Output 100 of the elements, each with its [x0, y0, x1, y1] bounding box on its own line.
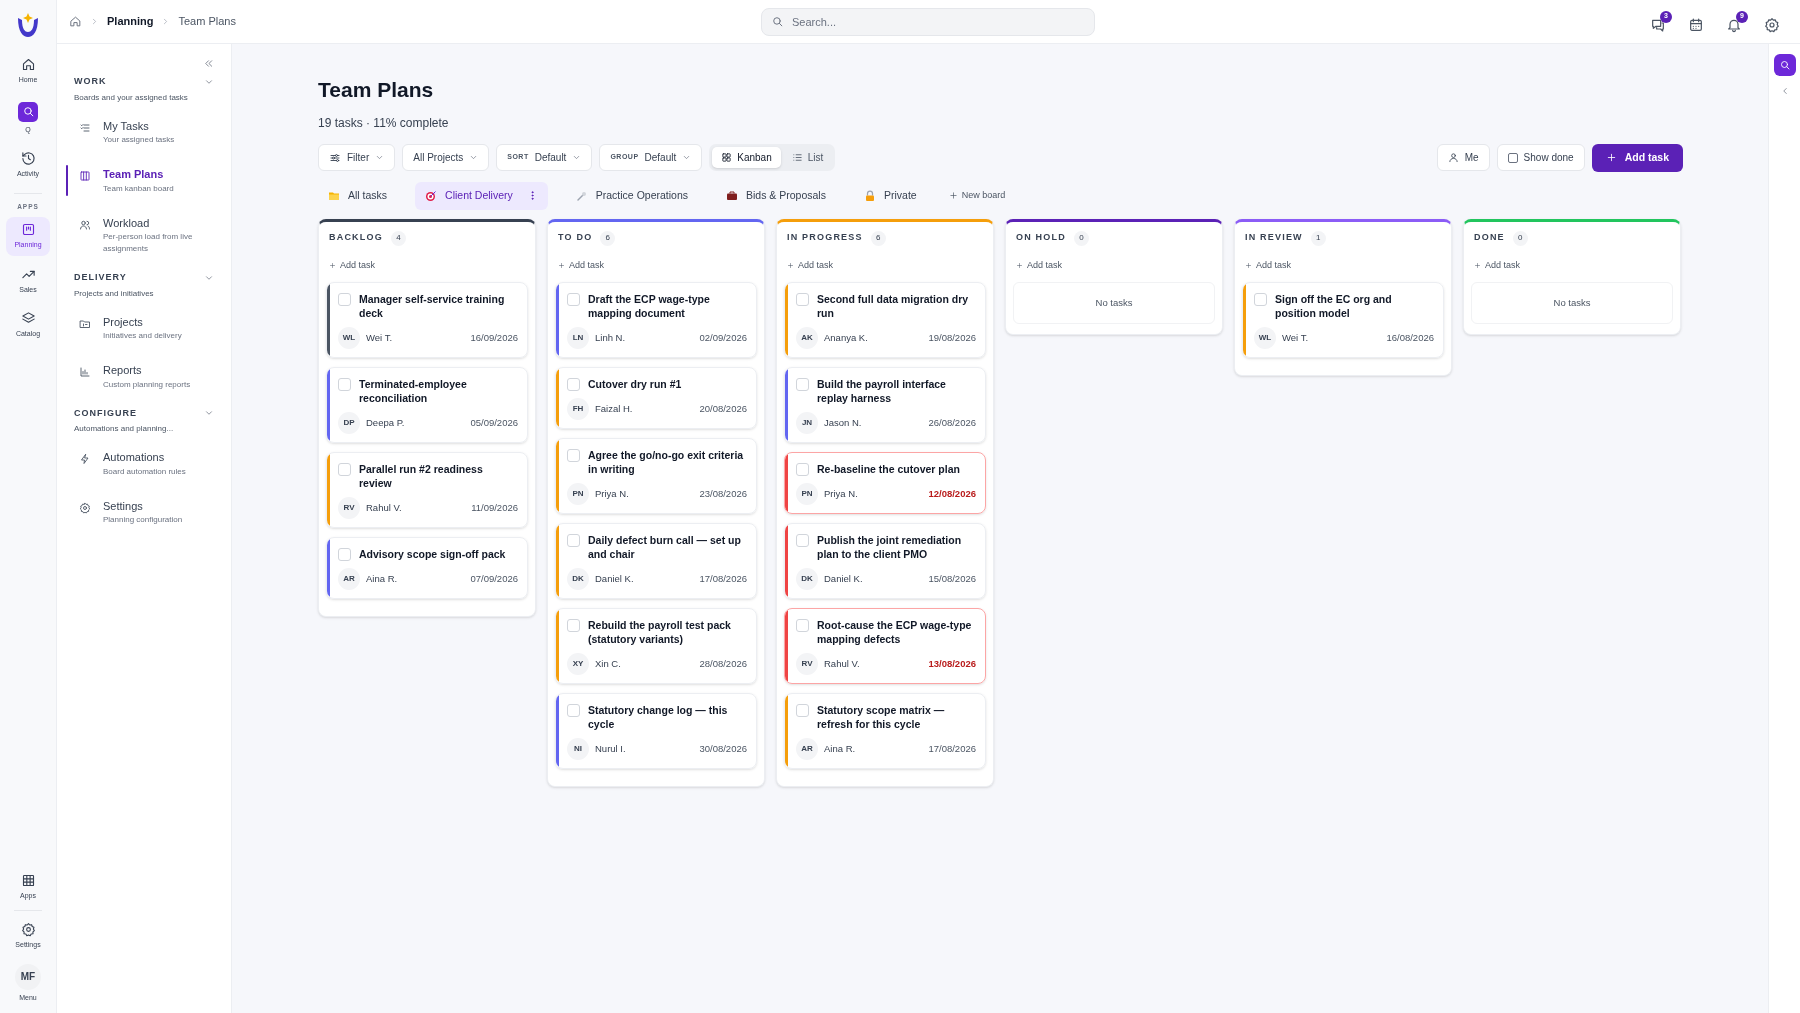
- task-checkbox[interactable]: [796, 534, 809, 547]
- board-tab[interactable]: Bids & Proposals: [716, 181, 836, 210]
- task-card[interactable]: Statutory change log — this cycle NI Nurul I. 30/08/2026: [555, 693, 757, 769]
- section-title[interactable]: WORK: [74, 75, 107, 89]
- task-card[interactable]: Build the payroll interface replay harness JN Jason N. 26/08/2026: [784, 367, 986, 443]
- new-board-button[interactable]: New board: [944, 181, 1010, 210]
- view-tab[interactable]: List: [782, 147, 833, 168]
- task-card[interactable]: Statutory scope matrix — refresh for this cycle AR Aina R. 17/08/2026: [784, 693, 986, 769]
- collapse-button[interactable]: [203, 58, 214, 69]
- briefcase-icon: [726, 189, 738, 202]
- me-filter-button[interactable]: Me: [1436, 144, 1490, 171]
- task-checkbox[interactable]: [338, 463, 351, 476]
- assignee-avatar: DK: [567, 568, 589, 590]
- settings-icon: [20, 922, 36, 937]
- add-task-link[interactable]: Add task: [1471, 258, 1524, 272]
- task-card[interactable]: Sign off the EC org and position model WL Wei T. 16/08/2026: [1242, 282, 1444, 358]
- assignee-avatar: AR: [796, 738, 818, 760]
- home-icon: [69, 15, 82, 28]
- home-icon: [20, 57, 36, 72]
- section-title[interactable]: CONFIGURE: [74, 406, 137, 420]
- due-date: 11/09/2026: [471, 500, 518, 515]
- task-checkbox[interactable]: [567, 378, 580, 391]
- assignee-avatar: WL: [1254, 327, 1276, 349]
- chevron-right-icon: [90, 17, 99, 26]
- task-checkbox[interactable]: [567, 534, 580, 547]
- sidebar-item[interactable]: Settings Planning configuration: [66, 493, 214, 530]
- task-card[interactable]: Agree the go/no-go exit criteria in writing PN Priya N. 23/08/2026: [555, 438, 757, 514]
- search-icon: [1778, 59, 1791, 71]
- add-task-link[interactable]: Add task: [1242, 258, 1295, 272]
- breadcrumb-link[interactable]: Team Plans: [178, 13, 236, 30]
- target-icon: [425, 189, 438, 202]
- plus-icon: [558, 261, 565, 269]
- due-date: 16/09/2026: [470, 330, 518, 345]
- sidebar-item[interactable]: Automations Board automation rules: [66, 445, 214, 482]
- task-checkbox[interactable]: [796, 704, 809, 717]
- task-card[interactable]: Root-cause the ECP wage-type mapping defects RV Rahul V. 13/08/2026: [784, 608, 986, 684]
- assistant-button[interactable]: [1773, 54, 1796, 76]
- assignee-avatar: RV: [338, 497, 360, 519]
- assignee-avatar: AR: [338, 568, 360, 590]
- board-tab[interactable]: All tasks: [318, 181, 398, 210]
- task-checkbox[interactable]: [796, 378, 809, 391]
- task-checkbox[interactable]: [567, 293, 580, 306]
- task-checkbox[interactable]: [567, 619, 580, 632]
- task-checkbox[interactable]: [567, 704, 580, 717]
- search-field[interactable]: Search...: [761, 8, 1095, 36]
- user-avatar[interactable]: MF: [15, 963, 41, 990]
- add-task-link[interactable]: Add task: [555, 258, 608, 272]
- add-task-button[interactable]: Add task: [1591, 143, 1683, 172]
- sidebar-item[interactable]: Team Plans Team kanban board: [66, 162, 214, 199]
- view-tab[interactable]: Kanban: [712, 147, 781, 168]
- task-card[interactable]: Re-baseline the cutover plan PN Priya N. 12/08/2026: [784, 452, 986, 514]
- task-card[interactable]: Rebuild the payroll test pack (statutory variants) XY Xin C. 28/08/2026: [555, 608, 757, 684]
- task-card[interactable]: Manager self-service training deck WL Wei T. 16/09/2026: [326, 282, 528, 358]
- task-checkbox[interactable]: [567, 449, 580, 462]
- board-tab[interactable]: Private: [853, 181, 927, 210]
- task-checkbox[interactable]: [796, 463, 809, 476]
- due-date: 20/08/2026: [699, 401, 747, 416]
- task-checkbox[interactable]: [1254, 293, 1267, 306]
- column-title: ON HOLD: [1016, 231, 1066, 245]
- board-tab[interactable]: Practice Operations: [565, 181, 698, 210]
- wrench-icon: [575, 189, 588, 202]
- task-card[interactable]: Advisory scope sign-off pack AR Aina R. 07/09/2026: [326, 537, 528, 599]
- projects-dropdown[interactable]: All Projects: [402, 144, 490, 171]
- plus-icon: [1474, 261, 1481, 269]
- assignee-avatar: RV: [796, 653, 818, 675]
- task-card[interactable]: Second full data migration dry run AK Ananya K. 19/08/2026: [784, 282, 986, 358]
- sidebar-item[interactable]: Projects Initiatives and delivery: [66, 309, 214, 346]
- section-title[interactable]: DELIVERY: [74, 271, 127, 285]
- add-task-link[interactable]: Add task: [784, 258, 837, 272]
- show-done-toggle[interactable]: Show done: [1496, 144, 1585, 171]
- assignee-name: Linh N.: [595, 330, 626, 345]
- task-card[interactable]: Publish the joint remediation plan to the client PMO DK Daniel K. 15/08/2026: [784, 523, 986, 599]
- task-checkbox[interactable]: [338, 378, 351, 391]
- breadcrumb-link[interactable]: Planning: [107, 13, 154, 30]
- task-checkbox[interactable]: [338, 548, 351, 561]
- lightning-icon: [79, 453, 91, 465]
- assignee-avatar: FH: [567, 398, 589, 420]
- section-subtitle: Boards and your assigned tasks: [74, 91, 189, 104]
- task-card[interactable]: Draft the ECP wage-type mapping document LN Linh N. 02/09/2026: [555, 282, 757, 358]
- task-card[interactable]: Daily defect burn call — set up and chair DK Daniel K. 17/08/2026: [555, 523, 757, 599]
- task-card[interactable]: Cutover dry run #1 FH Faizal H. 20/08/2026: [555, 367, 757, 429]
- chevron-down-icon: [572, 153, 582, 162]
- sidebar-item[interactable]: Workload Per-person load from live assignments: [66, 210, 214, 259]
- sidebar-item[interactable]: Reports Custom planning reports: [66, 358, 214, 395]
- task-checkbox[interactable]: [338, 293, 351, 306]
- board-tab[interactable]: Client Delivery: [415, 181, 548, 210]
- task-card[interactable]: Terminated-employee reconciliation DP Deepa P. 05/09/2026: [326, 367, 528, 443]
- assignee-name: Priya N.: [595, 486, 629, 501]
- task-checkbox[interactable]: [796, 293, 809, 306]
- filter-button[interactable]: Filter: [318, 144, 396, 171]
- assignee-name: Ananya K.: [824, 330, 868, 345]
- task-checkbox[interactable]: [796, 619, 809, 632]
- task-card[interactable]: Parallel run #2 readiness review RV Rahul V. 11/09/2026: [326, 452, 528, 528]
- assignee-name: Wei T.: [366, 330, 393, 345]
- sidebar-item[interactable]: My Tasks Your assigned tasks: [66, 113, 214, 150]
- history-icon: [20, 151, 36, 166]
- add-task-link[interactable]: Add task: [326, 258, 379, 272]
- due-date: 05/09/2026: [470, 415, 518, 430]
- task-title: Build the payroll interface replay harness: [817, 377, 947, 405]
- add-task-link[interactable]: Add task: [1013, 258, 1066, 272]
